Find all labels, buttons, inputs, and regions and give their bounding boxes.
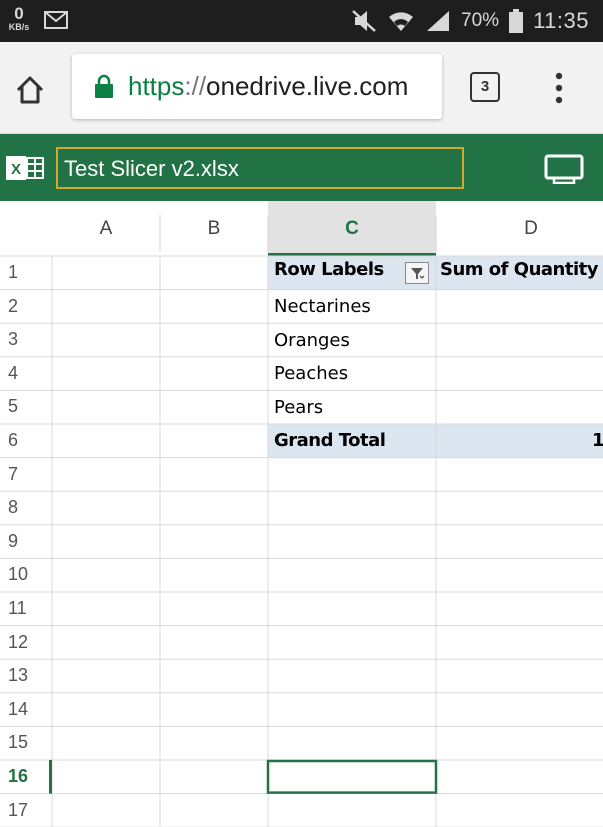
lock-icon [95, 74, 113, 98]
url-host: onedrive.live.com [206, 71, 409, 101]
row-number[interactable]: 9 [0, 525, 40, 559]
excel-header: X Test Slicer v2.xlsx [0, 134, 603, 201]
row-number[interactable]: 12 [0, 626, 40, 660]
filter-icon [411, 268, 425, 279]
device-view-icon[interactable] [544, 154, 584, 184]
row-number[interactable]: 5 [0, 390, 40, 424]
column-header-d[interactable]: D [436, 201, 603, 256]
battery-icon [509, 9, 524, 33]
row-number[interactable]: 14 [0, 693, 40, 727]
row-number[interactable]: 6 [0, 424, 40, 458]
row-number[interactable]: 15 [0, 726, 40, 760]
pivot-sum-header[interactable]: Sum of Quantity [440, 259, 598, 280]
address-bar[interactable]: https://onedrive.live.com [72, 54, 442, 119]
wifi-icon [389, 12, 414, 31]
status-bar: 0 KB/s 70% 11:35 [0, 0, 603, 42]
file-name-field[interactable]: Test Slicer v2.xlsx [56, 147, 464, 189]
spreadsheet-grid[interactable]: A B C D 1 2 3 4 5 6 7 8 9 10 11 12 13 14 15 16 17 Row La… [0, 201, 603, 827]
pivot-item[interactable]: Pears [274, 397, 323, 418]
tabs-icon[interactable]: 3 [470, 72, 500, 102]
svg-text:X: X [11, 161, 21, 178]
filter-dropdown-button[interactable] [405, 262, 429, 284]
row-number[interactable]: 1 [0, 256, 40, 290]
row-number[interactable]: 3 [0, 323, 40, 357]
clock: 11:35 [533, 8, 589, 33]
pivot-grand-total-value[interactable]: 1 [592, 430, 603, 451]
pivot-row-labels-header[interactable]: Row Labels [274, 259, 384, 280]
column-header-a[interactable]: A [52, 201, 160, 256]
pivot-item[interactable]: Oranges [274, 330, 350, 351]
battery-percent: 70% [461, 10, 500, 31]
overflow-menu-icon[interactable] [547, 70, 571, 106]
mute-icon [352, 10, 376, 32]
row-number[interactable]: 7 [0, 458, 40, 492]
signal-icon [427, 11, 450, 31]
row-number[interactable]: 10 [0, 558, 40, 592]
row-number[interactable]: 16 [0, 760, 40, 794]
excel-logo-icon[interactable]: X [6, 153, 46, 183]
row-number[interactable]: 13 [0, 659, 40, 693]
pivot-item[interactable]: Nectarines [274, 296, 371, 317]
url-separator: :// [184, 71, 207, 101]
home-icon[interactable] [14, 74, 46, 106]
network-speed: 0 KB/s [6, 5, 32, 32]
column-header-c[interactable]: C [268, 201, 436, 256]
network-speed-value: 0 [14, 4, 24, 23]
file-name: Test Slicer v2.xlsx [64, 156, 239, 181]
grid-lines [0, 201, 603, 827]
row-number[interactable]: 17 [0, 794, 40, 827]
gmail-icon [44, 11, 68, 29]
pivot-grand-total-label[interactable]: Grand Total [274, 430, 385, 451]
row-number[interactable]: 8 [0, 491, 40, 525]
selected-row-marker [49, 760, 52, 794]
url-scheme: https [128, 71, 185, 101]
column-header-b[interactable]: B [160, 201, 268, 256]
row-number[interactable]: 11 [0, 592, 40, 626]
network-speed-unit: KB/s [8, 22, 30, 32]
row-number[interactable]: 2 [0, 290, 40, 324]
selected-cell-outline[interactable] [266, 759, 438, 794]
row-number[interactable]: 4 [0, 357, 40, 391]
pivot-item[interactable]: Peaches [274, 363, 348, 384]
browser-toolbar: https://onedrive.live.com 3 [0, 42, 603, 134]
url-text: https://onedrive.live.com [128, 71, 408, 102]
